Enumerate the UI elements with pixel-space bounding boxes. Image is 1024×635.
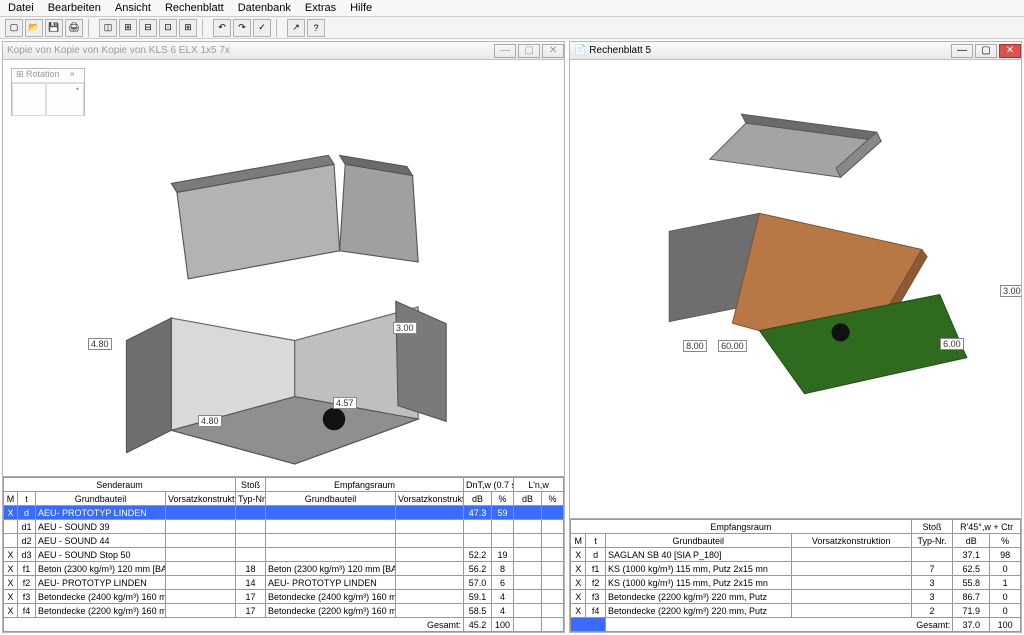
minimize-icon[interactable]: — — [494, 44, 516, 58]
table-row[interactable]: XdAEU- PROTOTYP LINDEN47.359 — [4, 506, 564, 520]
workspace: Kopie von Kopie von Kopie von KLS 6 ELX … — [0, 39, 1024, 635]
open-icon[interactable]: 📂 — [25, 19, 43, 37]
table-row[interactable]: Xf3Betondecke (2400 kg/m³) 160 mm [BAS17… — [4, 590, 564, 604]
table-row[interactable]: d1AEU - SOUND 39 — [4, 520, 564, 534]
right-pane-title[interactable]: 📄 Rechenblatt 5 — ▢ ✕ — [570, 42, 1021, 60]
right-pane: 📄 Rechenblatt 5 — ▢ ✕ — [569, 41, 1022, 633]
save-icon[interactable]: 💾 — [45, 19, 63, 37]
minimize-icon[interactable]: — — [951, 44, 973, 58]
main-menubar: Datei Bearbeiten Ansicht Rechenblatt Dat… — [0, 0, 1024, 17]
menu-bearbeiten[interactable]: Bearbeiten — [48, 2, 101, 14]
table-row[interactable]: Xd3AEU - SOUND Stop 5052.219 — [4, 548, 564, 562]
table-row[interactable]: Xf4Betondecke (2200 kg/m³) 220 mm, Putz2… — [571, 604, 1021, 618]
maximize-icon[interactable]: ▢ — [518, 44, 540, 58]
menu-ansicht[interactable]: Ansicht — [115, 2, 151, 14]
left-3d-scene — [3, 60, 564, 476]
dim-d: 4.57 — [333, 397, 357, 409]
left-pane: Kopie von Kopie von Kopie von KLS 6 ELX … — [2, 41, 565, 633]
table-row[interactable]: Xf4Betondecke (2200 kg/m³) 160 mm [BAS17… — [4, 604, 564, 618]
table-row[interactable]: Xf1KS (1000 kg/m³) 115 mm, Putz 2x15 mn7… — [571, 562, 1021, 576]
menu-datei[interactable]: Datei — [8, 2, 34, 14]
table-row[interactable]: XdSAGLAN SB 40 [SIA P_180]37.198 — [571, 548, 1021, 562]
new-icon[interactable]: ▢ — [5, 19, 23, 37]
main-toolbar: ▢ 📂 💾 🖨 ◫ ⊞ ⊟ ⊡ ⊞ ↶ ↷ ✓ ↗ ? — [0, 17, 1024, 39]
close-icon[interactable]: ✕ — [542, 44, 564, 58]
tool-arrow-icon[interactable]: ↗ — [287, 19, 305, 37]
table-row[interactable]: Xf1Beton (2300 kg/m³) 120 mm [BAST]18Bet… — [4, 562, 564, 576]
layout5-icon[interactable]: ⊞ — [179, 19, 197, 37]
layout4-icon[interactable]: ⊡ — [159, 19, 177, 37]
help-icon[interactable]: ? — [307, 19, 325, 37]
calc-icon[interactable]: ✓ — [253, 19, 271, 37]
table-row[interactable]: Xf2KS (1000 kg/m³) 115 mm, Putz 2x15 mn3… — [571, 576, 1021, 590]
maximize-icon[interactable]: ▢ — [975, 44, 997, 58]
view-right-icon[interactable]: ↷ — [233, 19, 251, 37]
print-icon[interactable]: 🖨 — [65, 19, 83, 37]
right-viewport[interactable]: 3.00 8.00 60.00 6.00 — [570, 60, 1021, 518]
view-left-icon[interactable]: ↶ — [213, 19, 231, 37]
layout3-icon[interactable]: ⊟ — [139, 19, 157, 37]
layout2-icon[interactable]: ⊞ — [119, 19, 137, 37]
table-row[interactable]: Xf3Betondecke (2200 kg/m³) 220 mm, Putz3… — [571, 590, 1021, 604]
right-3d-scene — [570, 60, 1021, 466]
dim-w1: 4.80 — [88, 338, 112, 350]
menu-datenbank[interactable]: Datenbank — [238, 2, 291, 14]
dim-a: 8.00 — [683, 340, 707, 352]
table-row[interactable]: Xf2AEU- PROTOTYP LINDEN14AEU- PROTOTYP L… — [4, 576, 564, 590]
menu-extras[interactable]: Extras — [305, 2, 336, 14]
menu-rechenblatt[interactable]: Rechenblatt — [165, 2, 224, 14]
dim-h: 3.00 — [1000, 285, 1021, 297]
left-viewport[interactable]: ⊞ Rotation × • 3.00 4.80 — [3, 60, 564, 476]
close-icon[interactable]: ✕ — [999, 44, 1021, 58]
dim-w2: 4.80 — [198, 415, 222, 427]
dim-h: 3.00 — [393, 322, 417, 334]
layout1-icon[interactable]: ◫ — [99, 19, 117, 37]
left-table[interactable]: Senderaum Stoß Empfangsraum DnT,w (0.7 s… — [3, 476, 564, 632]
dim-b: 6.00 — [940, 338, 964, 350]
dim-ang: 60.00 — [718, 340, 747, 352]
left-pane-title[interactable]: Kopie von Kopie von Kopie von KLS 6 ELX … — [3, 42, 564, 60]
table-row[interactable]: d2AEU - SOUND 44 — [4, 534, 564, 548]
menu-hilfe[interactable]: Hilfe — [350, 2, 372, 14]
right-table[interactable]: Empfangsraum Stoß R'45°,w + Ctr Mt Grund… — [570, 518, 1021, 632]
